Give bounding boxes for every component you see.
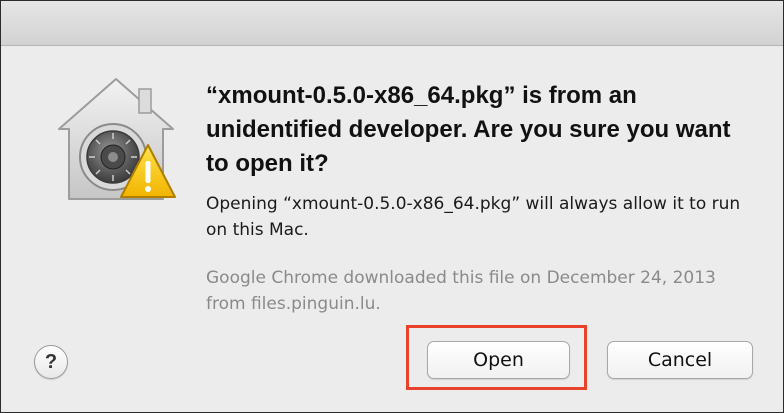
security-alert-dialog: “xmount-0.5.0-x86_64.pkg” is from an uni… xyxy=(0,0,784,413)
security-warning-icon xyxy=(53,75,179,205)
open-button[interactable]: Open xyxy=(427,341,570,379)
gatekeeper-house-safe-icon xyxy=(58,78,176,200)
cancel-button[interactable]: Cancel xyxy=(607,341,753,379)
help-button[interactable]: ? xyxy=(34,345,68,379)
download-source-note: Google Chrome downloaded this file on De… xyxy=(206,268,716,314)
dialog-titlebar[interactable] xyxy=(1,1,783,46)
dialog-title: “xmount-0.5.0-x86_64.pkg” is from an uni… xyxy=(206,82,731,177)
dialog-message: Opening “xmount-0.5.0-x86_64.pkg” will a… xyxy=(206,194,741,240)
